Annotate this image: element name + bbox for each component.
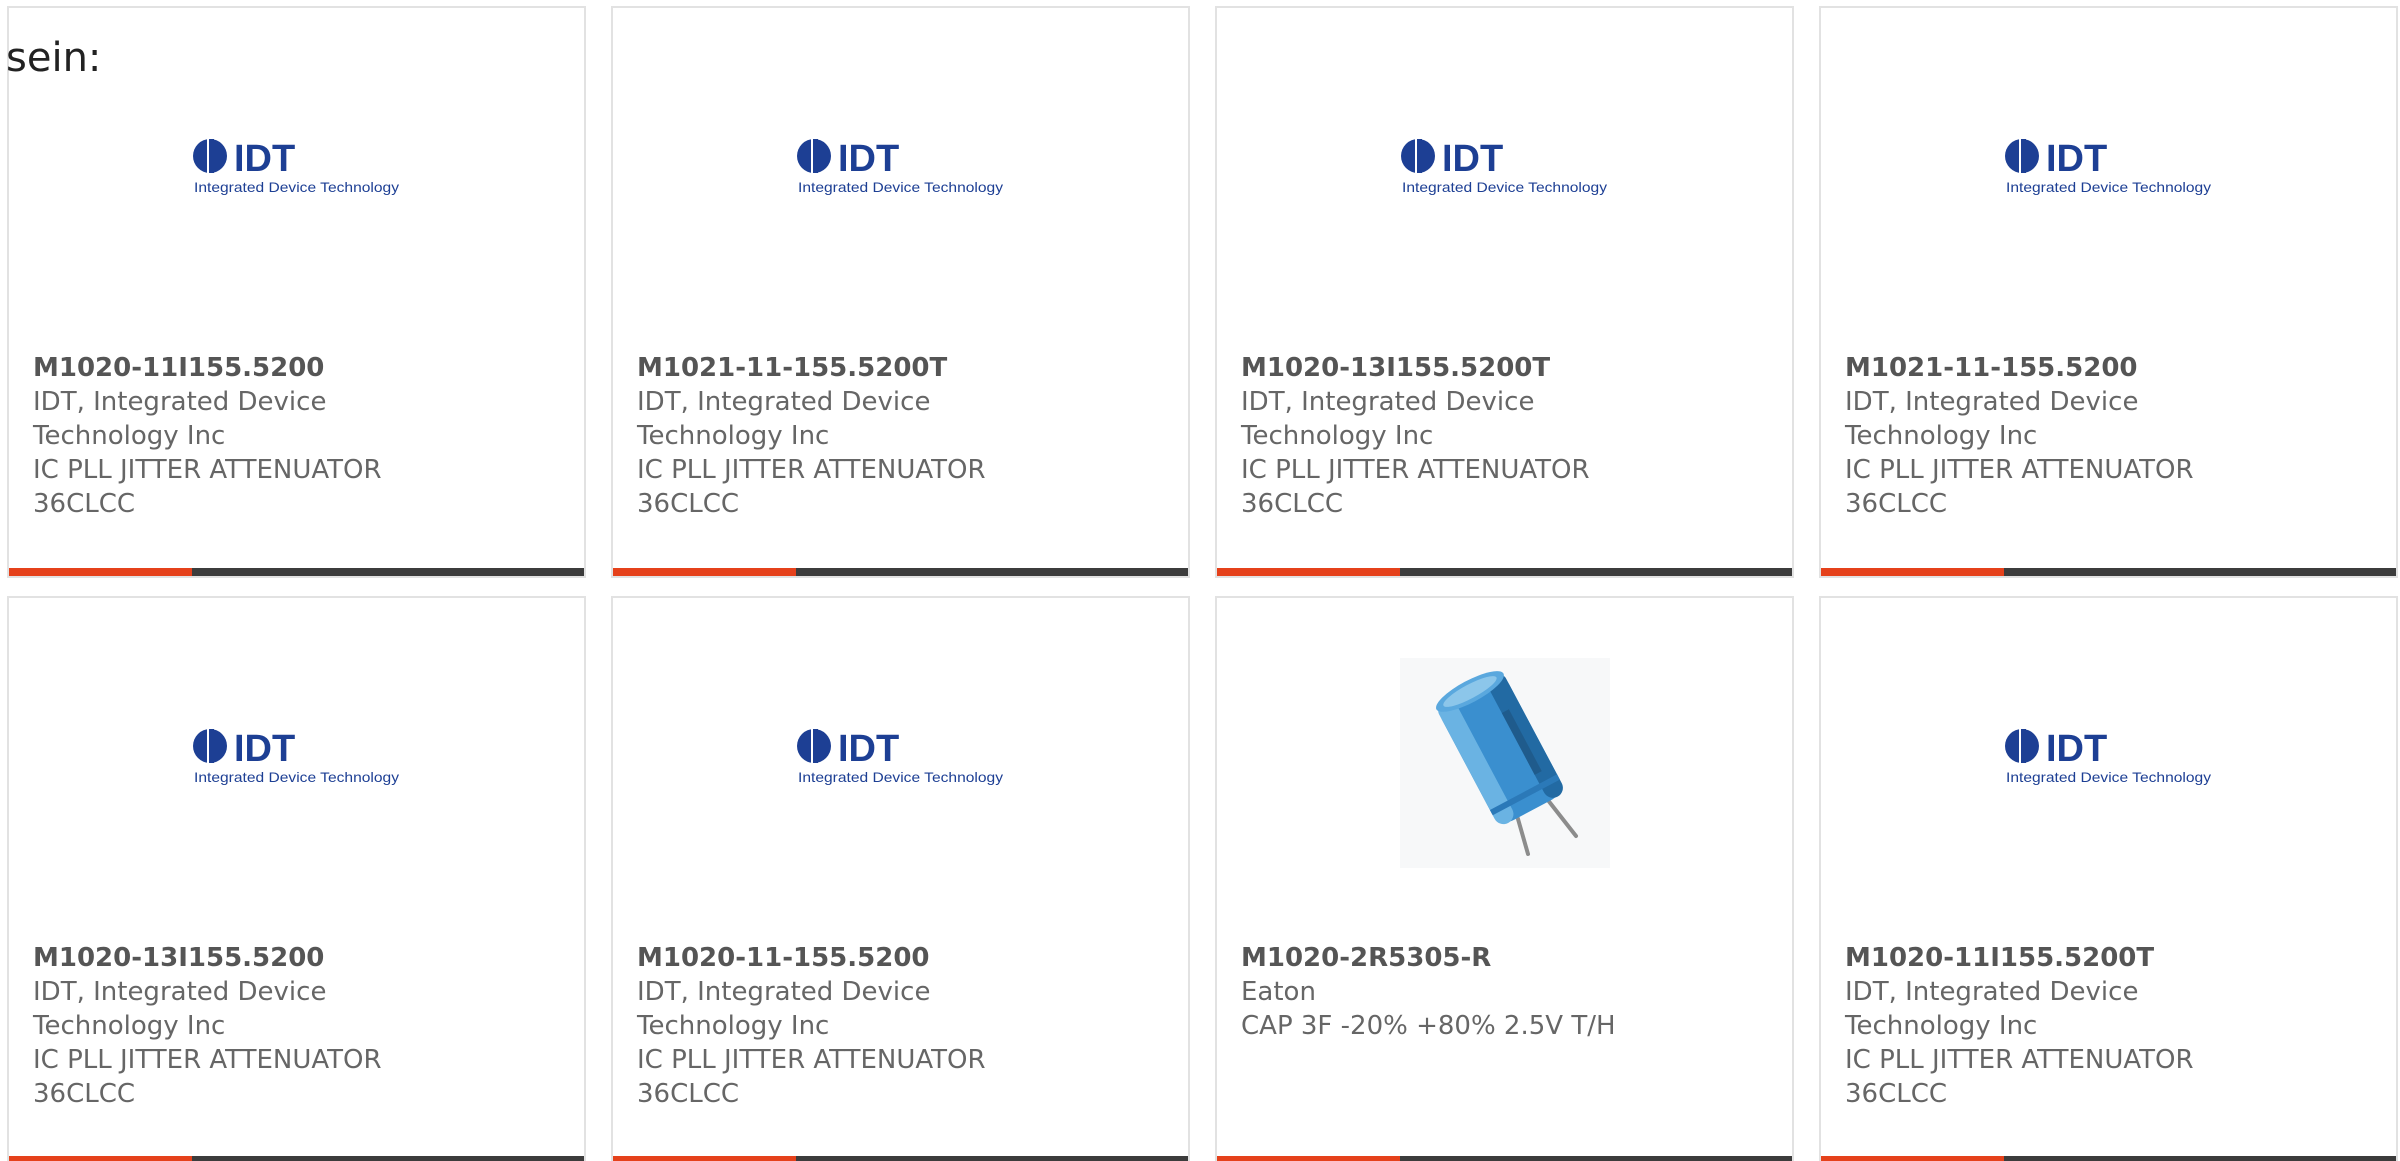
- card-bottom-bar: [9, 1156, 584, 1161]
- bar-rest: [192, 568, 584, 576]
- card-bottom-bar: [1821, 568, 2396, 576]
- product-info: M1020-11I155.5200 IDT, Integrated Device…: [33, 351, 560, 521]
- manufacturer: IDT, Integrated Device Technology Inc: [637, 977, 931, 1041]
- bar-rest: [1400, 568, 1792, 576]
- bar-accent: [9, 568, 192, 576]
- card-bottom-bar: [1217, 568, 1792, 576]
- capacitor-icon: [1399, 658, 1610, 868]
- bar-rest: [2004, 568, 2396, 576]
- part-number[interactable]: M1021-11-155.5200: [1845, 351, 2372, 385]
- product-card[interactable]: IDT Integrated Device Technology M1020-1…: [611, 596, 1190, 1161]
- bar-rest: [796, 568, 1188, 576]
- part-number[interactable]: M1020-13I155.5200: [33, 941, 560, 975]
- svg-text:Integrated Device Technology: Integrated Device Technology: [2006, 179, 2211, 195]
- product-info: M1020-13I155.5200 IDT, Integrated Device…: [33, 941, 560, 1111]
- svg-text:IDT: IDT: [838, 138, 899, 180]
- product-grid-page: sein: IDT Integrated Device Technology M…: [0, 0, 2400, 1161]
- product-info: M1020-11I155.5200T IDT, Integrated Devic…: [1845, 941, 2372, 1111]
- svg-text:Integrated Device Technology: Integrated Device Technology: [798, 179, 1003, 195]
- description: IC PLL JITTER ATTENUATOR 36CLCC: [1845, 455, 2194, 519]
- bar-rest: [796, 1156, 1188, 1161]
- part-number[interactable]: M1020-2R5305-R: [1241, 941, 1768, 975]
- product-image-idt-logo: IDT Integrated Device Technology: [1217, 136, 1792, 196]
- svg-text:Integrated Device Technology: Integrated Device Technology: [1402, 179, 1607, 195]
- card-bottom-bar: [1217, 1156, 1792, 1161]
- svg-text:Integrated Device Technology: Integrated Device Technology: [194, 769, 399, 785]
- svg-text:IDT: IDT: [2046, 138, 2107, 180]
- card-bottom-bar: [1821, 1156, 2396, 1161]
- product-image-idt-logo: IDT Integrated Device Technology: [1821, 726, 2396, 786]
- product-card[interactable]: IDT Integrated Device Technology M1020-1…: [1819, 596, 2398, 1161]
- svg-text:IDT: IDT: [1442, 138, 1503, 180]
- product-image-idt-logo: IDT Integrated Device Technology: [9, 136, 584, 196]
- product-info: M1021-11-155.5200T IDT, Integrated Devic…: [637, 351, 1164, 521]
- product-card[interactable]: M1020-2R5305-R Eaton CAP 3F -20% +80% 2.…: [1215, 596, 1794, 1161]
- bar-accent: [613, 568, 796, 576]
- description: IC PLL JITTER ATTENUATOR 36CLCC: [637, 455, 986, 519]
- idt-logo-icon: IDT Integrated Device Technology: [2004, 727, 2211, 785]
- product-image-idt-logo: IDT Integrated Device Technology: [9, 726, 584, 786]
- svg-text:IDT: IDT: [2046, 728, 2107, 770]
- description: IC PLL JITTER ATTENUATOR 36CLCC: [33, 1045, 382, 1109]
- idt-logo-icon: IDT Integrated Device Technology: [2004, 137, 2211, 195]
- product-card[interactable]: IDT Integrated Device Technology M1021-1…: [1819, 6, 2398, 578]
- bar-accent: [613, 1156, 796, 1161]
- manufacturer: IDT, Integrated Device Technology Inc: [1845, 977, 2139, 1041]
- svg-text:Integrated Device Technology: Integrated Device Technology: [798, 769, 1003, 785]
- bar-accent: [1821, 568, 2004, 576]
- manufacturer: IDT, Integrated Device Technology Inc: [1241, 387, 1535, 451]
- product-image-idt-logo: IDT Integrated Device Technology: [613, 136, 1188, 196]
- product-card[interactable]: IDT Integrated Device Technology M1020-1…: [7, 6, 586, 578]
- part-number[interactable]: M1020-13I155.5200T: [1241, 351, 1768, 385]
- intro-text: sein:: [6, 35, 102, 81]
- manufacturer: IDT, Integrated Device Technology Inc: [637, 387, 931, 451]
- bar-accent: [1217, 1156, 1400, 1161]
- description: IC PLL JITTER ATTENUATOR 36CLCC: [33, 455, 382, 519]
- svg-text:Integrated Device Technology: Integrated Device Technology: [194, 179, 399, 195]
- description: CAP 3F -20% +80% 2.5V T/H: [1241, 1011, 1616, 1041]
- product-image-idt-logo: IDT Integrated Device Technology: [613, 726, 1188, 786]
- product-card[interactable]: IDT Integrated Device Technology M1020-1…: [1215, 6, 1794, 578]
- idt-logo-icon: IDT Integrated Device Technology: [796, 727, 1003, 785]
- svg-text:IDT: IDT: [234, 728, 295, 770]
- card-bottom-bar: [613, 1156, 1188, 1161]
- bar-rest: [2004, 1156, 2396, 1161]
- bar-rest: [1400, 1156, 1792, 1161]
- product-info: M1020-11-155.5200 IDT, Integrated Device…: [637, 941, 1164, 1111]
- product-card[interactable]: IDT Integrated Device Technology M1021-1…: [611, 6, 1190, 578]
- manufacturer: IDT, Integrated Device Technology Inc: [33, 977, 327, 1041]
- bar-accent: [1217, 568, 1400, 576]
- product-image-capacitor: [1217, 658, 1792, 868]
- part-number[interactable]: M1020-11-155.5200: [637, 941, 1164, 975]
- product-info: M1021-11-155.5200 IDT, Integrated Device…: [1845, 351, 2372, 521]
- svg-text:IDT: IDT: [234, 138, 295, 180]
- svg-text:Integrated Device Technology: Integrated Device Technology: [2006, 769, 2211, 785]
- part-number[interactable]: M1020-11I155.5200T: [1845, 941, 2372, 975]
- description: IC PLL JITTER ATTENUATOR 36CLCC: [1845, 1045, 2194, 1109]
- product-image-idt-logo: IDT Integrated Device Technology: [1821, 136, 2396, 196]
- product-card[interactable]: IDT Integrated Device Technology M1020-1…: [7, 596, 586, 1161]
- manufacturer: IDT, Integrated Device Technology Inc: [33, 387, 327, 451]
- bar-rest: [192, 1156, 584, 1161]
- description: IC PLL JITTER ATTENUATOR 36CLCC: [1241, 455, 1590, 519]
- description: IC PLL JITTER ATTENUATOR 36CLCC: [637, 1045, 986, 1109]
- idt-logo-icon: IDT Integrated Device Technology: [192, 137, 399, 195]
- svg-text:IDT: IDT: [838, 728, 899, 770]
- idt-logo-icon: IDT Integrated Device Technology: [1400, 137, 1607, 195]
- manufacturer: IDT, Integrated Device Technology Inc: [1845, 387, 2139, 451]
- idt-logo-icon: IDT Integrated Device Technology: [192, 727, 399, 785]
- card-bottom-bar: [9, 568, 584, 576]
- product-info: M1020-13I155.5200T IDT, Integrated Devic…: [1241, 351, 1768, 521]
- part-number[interactable]: M1021-11-155.5200T: [637, 351, 1164, 385]
- bar-accent: [1821, 1156, 2004, 1161]
- bar-accent: [9, 1156, 192, 1161]
- product-info: M1020-2R5305-R Eaton CAP 3F -20% +80% 2.…: [1241, 941, 1768, 1043]
- part-number[interactable]: M1020-11I155.5200: [33, 351, 560, 385]
- card-bottom-bar: [613, 568, 1188, 576]
- manufacturer: Eaton: [1241, 977, 1316, 1007]
- idt-logo-icon: IDT Integrated Device Technology: [796, 137, 1003, 195]
